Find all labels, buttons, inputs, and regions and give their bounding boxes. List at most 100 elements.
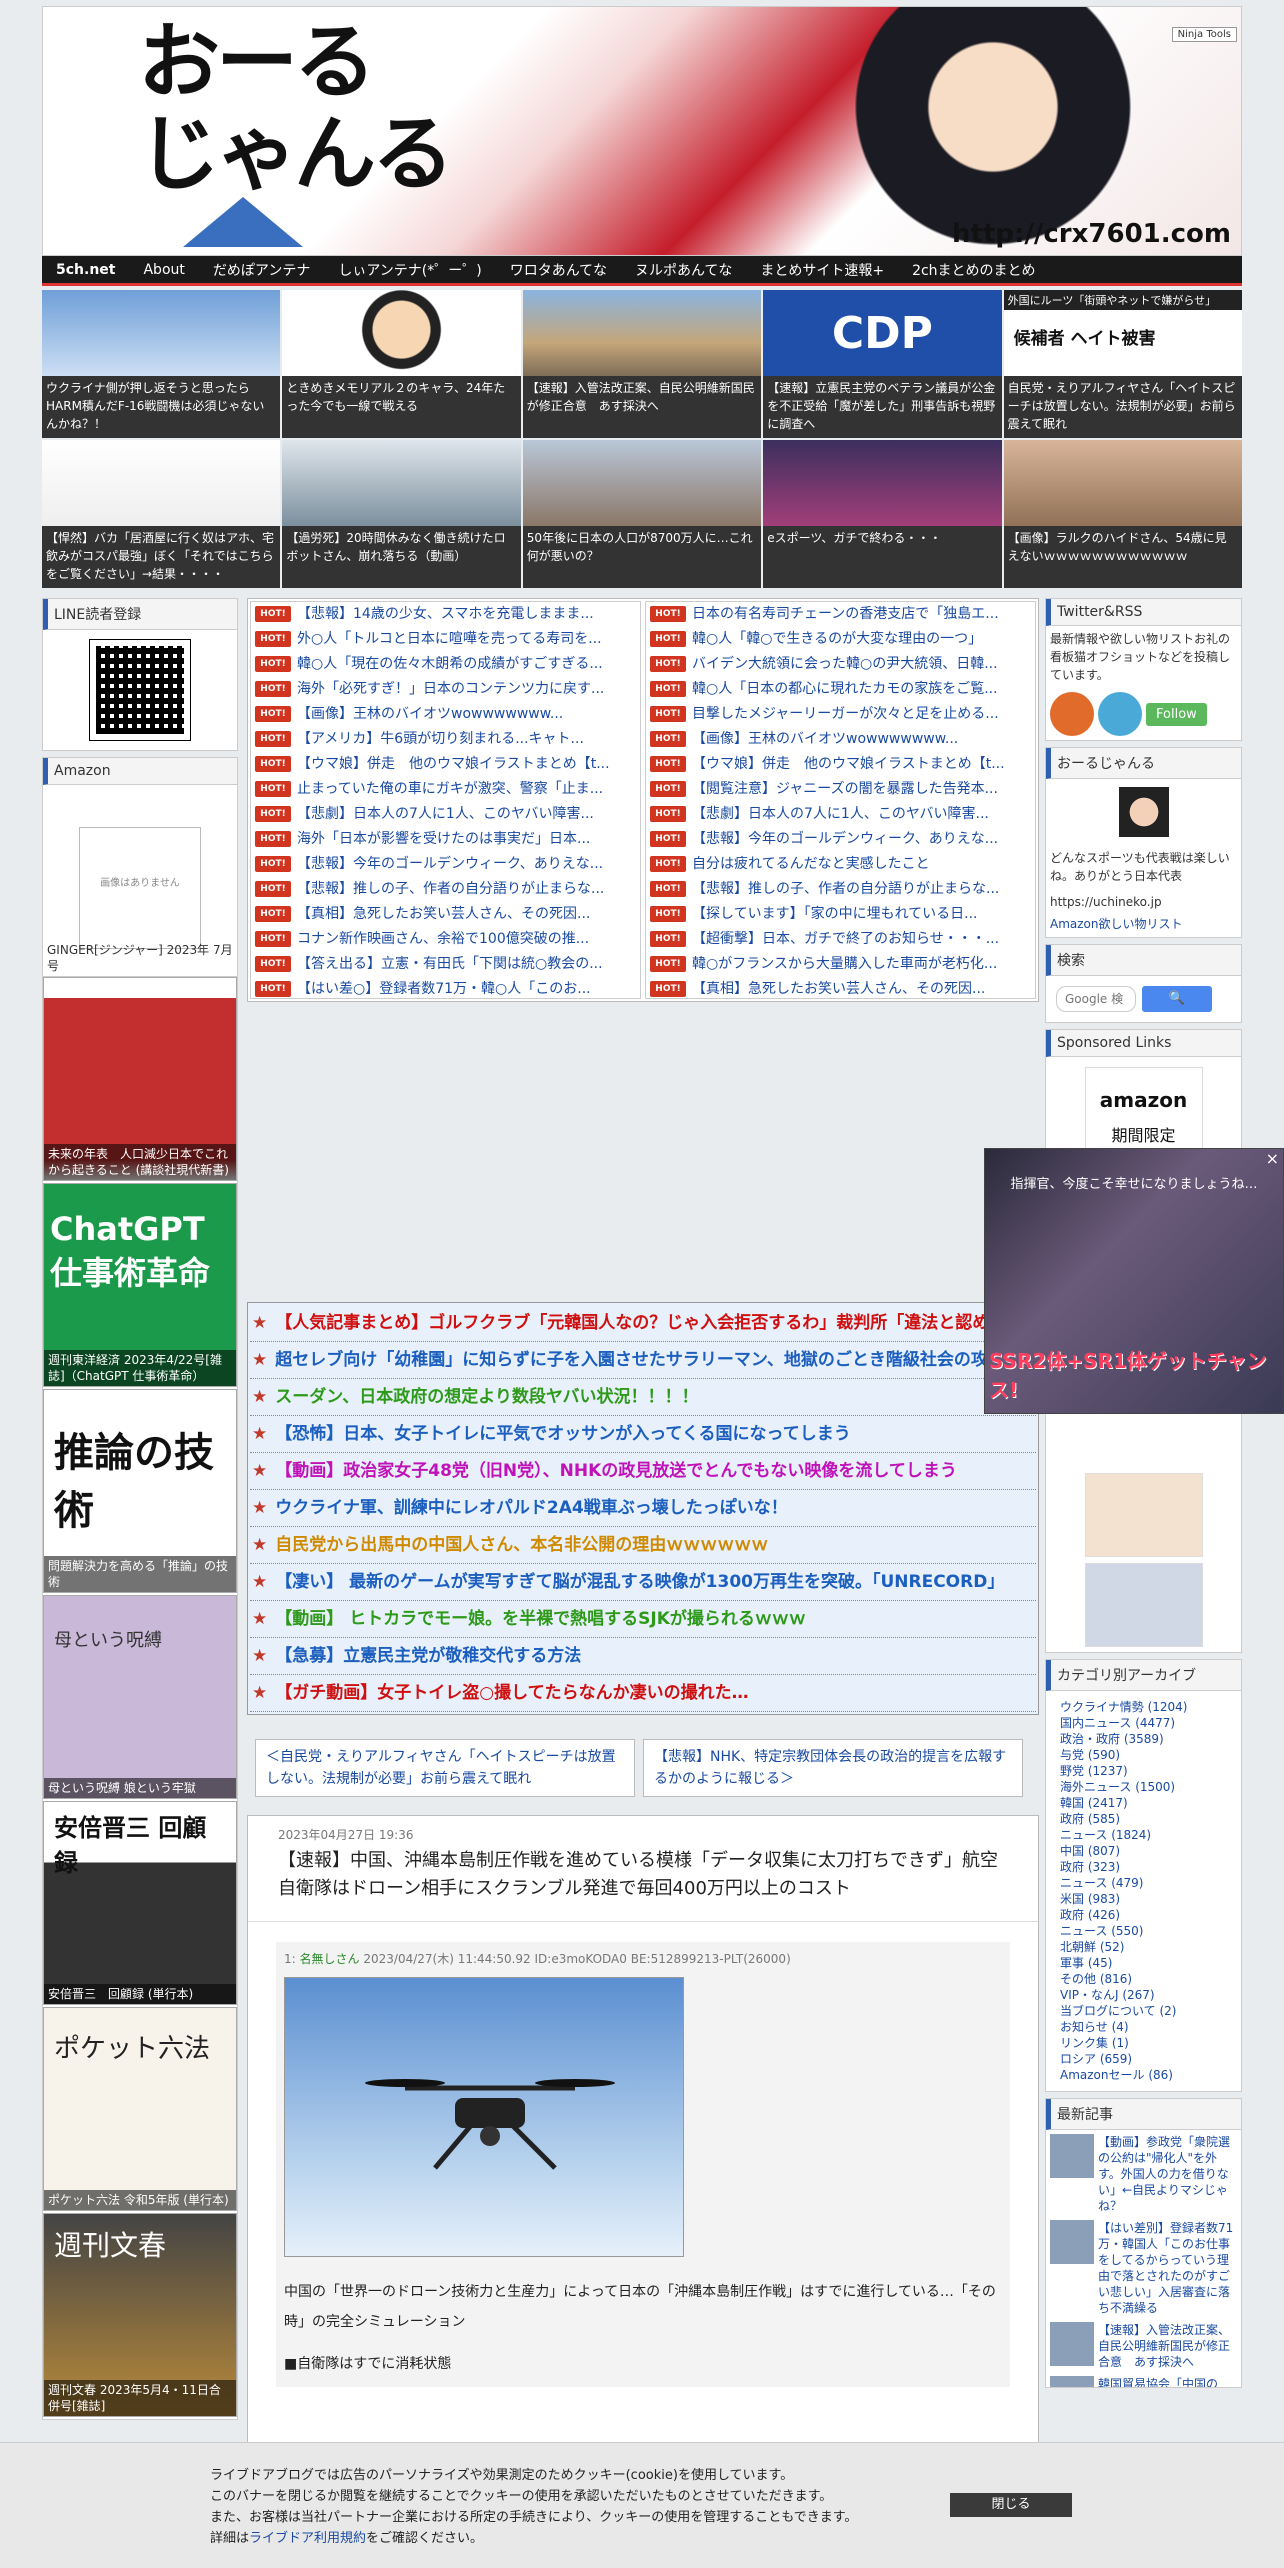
antenna-item[interactable]: HOT! バイデン大統領に会った韓○の尹大統領、日韓... xyxy=(646,652,1035,677)
pickup-item[interactable]: ★ 【凄い】 最新のゲームが実写すぎて脳が混乱する映像が1300万再生を突破。「U… xyxy=(250,1564,1036,1601)
terms-link[interactable]: ライブドア利用規約 xyxy=(249,2531,366,2546)
pickup-item[interactable]: ★ 【急募】立憲民主党が敬稚交代する方法 xyxy=(250,1638,1036,1675)
antenna-item[interactable]: HOT! 韓○がフランスから大量購入した車両が老朽化... xyxy=(646,952,1035,977)
antenna-item[interactable]: HOT! 【答え出る】立憲・有田氏「下関は統○教会の... xyxy=(251,952,640,977)
category-item[interactable]: 政府 (323) xyxy=(1060,1859,1227,1875)
book-item[interactable]: ChatGPT 仕事術革命 週刊東洋経済 2023年4/22号[雑誌]（ChatG… xyxy=(43,1183,237,1387)
antenna-item[interactable]: HOT! 【はい差○】登録者数71万・韓○人「このお... xyxy=(251,977,640,998)
nav-item[interactable]: 2chまとめのまとめ xyxy=(898,260,1049,280)
antenna-item[interactable]: HOT! 目撃したメジャーリーガーが次々と足を止める... xyxy=(646,702,1035,727)
rss-icon[interactable] xyxy=(1050,692,1094,736)
antenna-item[interactable]: HOT! 【悲報】今年のゴールデンウィーク、ありえな... xyxy=(646,827,1035,852)
pickup-item[interactable]: ★ 自民党から出馬中の中国人さん、本名非公開の理由ｗｗｗｗｗｗ xyxy=(250,1527,1036,1564)
livedoor-icon[interactable] xyxy=(1098,692,1142,736)
antenna-item[interactable]: HOT! 【真相】急死したお笑い芸人さん、その死因... xyxy=(646,977,1035,998)
profile-url[interactable]: https://uchineko.jp xyxy=(1046,889,1241,915)
antenna-item[interactable]: HOT! 海外「必死すぎ！」日本のコンテンツ力に戻す... xyxy=(251,677,640,702)
recent-item[interactable]: 韓国貿易協会「中国のTPP加盟申請に日本が反対する可能性 xyxy=(1050,2376,1237,2387)
category-item[interactable]: お知らせ (4) xyxy=(1060,2019,1227,2035)
amazon-ad[interactable]: amazon 期間限定 xyxy=(1084,1067,1203,1157)
antenna-item[interactable]: HOT! 韓○人「現在の佐々木朗希の成績がすごすぎる... xyxy=(251,652,640,677)
category-item[interactable]: ニュース (479) xyxy=(1060,1875,1227,1891)
amazon-item[interactable]: 画像はありません GINGER[ジンジャー] 2023年 7月号 xyxy=(43,785,237,977)
category-item[interactable]: ウクライナ情勢 (1204) xyxy=(1060,1699,1227,1715)
nav-item[interactable]: だめぽアンテナ xyxy=(199,260,324,280)
nav-item[interactable]: About xyxy=(129,262,198,278)
nav-item[interactable]: 5ch.net xyxy=(42,262,129,278)
antenna-item[interactable]: HOT! 【画像】王林のバイオツwowwwwwww... xyxy=(646,727,1035,752)
thumb-card[interactable]: ウクライナ側が押し返そうと思ったらHARM積んだF-16戦闘機は必須じゃないんか… xyxy=(42,290,281,438)
antenna-item[interactable]: HOT! 外○人「トルコと日本に喧嘩を売ってる寿司を... xyxy=(251,627,640,652)
category-item[interactable]: 政治・政府 (3589) xyxy=(1060,1731,1227,1747)
search-input[interactable] xyxy=(1056,986,1136,1012)
antenna-item[interactable]: HOT! 【悲報】14歳の少女、スマホを充電しままま... xyxy=(251,602,640,627)
pickup-item[interactable]: ★ ウクライナ軍、訓練中にレオパルド2A4戦車ぶっ壊したっぽいな！ xyxy=(250,1490,1036,1527)
pickup-item[interactable]: ★ 超セレブ向け「幼稚園」に知らずに子を入園させたサラリーマン、地獄のごとき階級社… xyxy=(250,1342,1036,1379)
nav-item[interactable]: まとめサイト速報+ xyxy=(746,260,898,280)
thumb-card[interactable]: eスポーツ、ガチで終わる・・・ xyxy=(763,440,1002,588)
category-item[interactable]: ニュース (550) xyxy=(1060,1923,1227,1939)
category-item[interactable]: 軍事 (45) xyxy=(1060,1955,1227,1971)
antenna-item[interactable]: HOT! 【閲覧注意】ジャニーズの闇を暴露した告発本... xyxy=(646,777,1035,802)
cookie-close-button[interactable]: 閉じる xyxy=(950,2493,1072,2517)
category-item[interactable]: リンク集 (1) xyxy=(1060,2035,1227,2051)
antenna-item[interactable]: HOT! 海外「日本が影響を受けたのは事実だ」日本... xyxy=(251,827,640,852)
book-item[interactable]: 母という呪縛 母という呪縛 娘という牢獄 xyxy=(43,1595,237,1799)
antenna-item[interactable]: HOT! 【悲報】推しの子、作者の自分語りが止まらな... xyxy=(646,877,1035,902)
antenna-item[interactable]: HOT! 【ウマ娘】併走 他のウマ娘イラストまとめ【t... xyxy=(646,752,1035,777)
antenna-item[interactable]: HOT! 【悲劇】日本人の7人に1人、このヤバい障害... xyxy=(251,802,640,827)
product-laptop[interactable] xyxy=(1084,1563,1203,1647)
thumb-card[interactable]: 【速報】入管法改正案、自民公明維新国民が修正合意 あす採決へ xyxy=(522,290,762,438)
close-icon[interactable]: × xyxy=(1266,1149,1279,1168)
pickup-item[interactable]: ★ スーダン、日本政府の想定より数段ヤバい状況！！！！ xyxy=(250,1379,1036,1416)
thumb-card[interactable]: 【悍然】バカ「居酒屋に行く奴はアホ、宅飲みがコスパ最強」ぼく「それではこちらをご… xyxy=(42,440,281,588)
site-header[interactable]: おーる じゃんる Ninja Tools http://crx7601.com xyxy=(42,6,1242,256)
category-item[interactable]: その他 (816) xyxy=(1060,1971,1227,1987)
follow-button[interactable]: Follow xyxy=(1146,702,1207,726)
category-item[interactable]: 野党 (1237) xyxy=(1060,1763,1227,1779)
nav-item[interactable]: ワロタあんてな xyxy=(496,260,621,280)
antenna-item[interactable]: HOT! 【真相】急死したお笑い芸人さん、その死因... xyxy=(251,902,640,927)
pickup-item[interactable]: ★ 【動画】政治家女子48党（旧N党）、NHKの政見放送でとんでもない映像を流して… xyxy=(250,1453,1036,1490)
book-item[interactable]: 推論の技術 問題解決力を高める「推論」の技術 xyxy=(43,1389,237,1593)
pickup-item[interactable]: ★ 【恐怖】日本、女子トイレに平気でオッサンが入ってくる国になってしまう xyxy=(250,1416,1036,1453)
category-item[interactable]: 国内ニュース (4477) xyxy=(1060,1715,1227,1731)
category-item[interactable]: ニュース (1824) xyxy=(1060,1827,1227,1843)
recent-item[interactable]: 【速報】入管法改正案、自民公明維新国民が修正合意 あす採決へ xyxy=(1050,2322,1237,2370)
article-title[interactable]: 【速報】中国、沖縄本島制圧作戦を進めている模様「データ収集に太刀打ちできず」航空… xyxy=(248,1843,1038,1922)
antenna-item[interactable]: HOT! 【探しています】「家の中に埋もれている日... xyxy=(646,902,1035,927)
antenna-item[interactable]: HOT! 【悲劇】日本人の7人に1人、このヤバい障害... xyxy=(646,802,1035,827)
pickup-item[interactable]: ★ 【ガチ動画】女子トイレ盗○撮してたらなんか凄いの撮れた… xyxy=(250,1675,1036,1712)
line-qr-code[interactable] xyxy=(89,639,191,741)
category-item[interactable]: 米国 (983) xyxy=(1060,1891,1227,1907)
category-item[interactable]: 海外ニュース (1500) xyxy=(1060,1779,1227,1795)
thumb-card[interactable]: CDP 【速報】立憲民主党のベテラン議員が公金を不正受給「魔が差した」刑事告訴も視… xyxy=(763,290,1002,438)
category-item[interactable]: 中国 (807) xyxy=(1060,1843,1227,1859)
next-article-link[interactable]: 【悲報】NHK、特定宗教団体会長の政治的提言を広報するかのように報じる＞ xyxy=(643,1739,1023,1797)
category-item[interactable]: 与党 (590) xyxy=(1060,1747,1227,1763)
thumb-card[interactable]: ときめきメモリアル２のキャラ、24年たった今でも一線で戦える xyxy=(282,290,521,438)
category-item[interactable]: 当ブログについて (2) xyxy=(1060,2003,1227,2019)
recent-item[interactable]: 【はい差別】登録者数71万・韓国人「このお仕事をしてるからっていう理由で落とされ… xyxy=(1050,2220,1237,2316)
antenna-item[interactable]: HOT! 【悲報】今年のゴールデンウィーク、ありえな... xyxy=(251,852,640,877)
nav-item[interactable]: ヌルポあんてな xyxy=(621,260,746,280)
category-item[interactable]: 政府 (426) xyxy=(1060,1907,1227,1923)
category-item[interactable]: VIP・なんJ (267) xyxy=(1060,1987,1227,2003)
antenna-item[interactable]: HOT! 日本の有名寿司チェーンの香港支店で「独島エ... xyxy=(646,602,1035,627)
pickup-item[interactable]: ★ 【動画】 ヒトカラでモー娘。を半裸で熱唱するSJKが撮られるｗｗｗ xyxy=(250,1601,1036,1638)
prev-article-link[interactable]: ＜自民党・えりアルフィヤさん「ヘイトスピーチは放置しない。法規制が必要」お前ら震… xyxy=(255,1739,635,1797)
search-button[interactable]: 🔍 xyxy=(1142,986,1212,1012)
antenna-item[interactable]: HOT! コナン新作映画さん、余裕で100億突破の推... xyxy=(251,927,640,952)
antenna-item[interactable]: HOT! 【アメリカ】牛6頭が切り刻まれる...キャト... xyxy=(251,727,640,752)
antenna-item[interactable]: HOT! 韓○人「韓○で生きるのが大変な理由の一つ」 xyxy=(646,627,1035,652)
drone-image[interactable] xyxy=(284,1977,684,2257)
amazon-wishlist-link[interactable]: Amazon欲しい物リスト xyxy=(1046,915,1241,937)
book-item[interactable]: ポケット六法 ポケット六法 令和5年版 (単行本) xyxy=(43,2007,237,2211)
floating-game-ad[interactable]: × 指揮官、今度こそ幸せになりましょうね… SSR2体+SR1体ゲットチャンス! xyxy=(984,1148,1284,1414)
antenna-item[interactable]: HOT! 止まっていた俺の車にガキが激突、警察「止ま... xyxy=(251,777,640,802)
thumb-card[interactable]: 【過労死】20時間休みなく働き続けたロボットさん、崩れ落ちる（動画） xyxy=(282,440,521,588)
ninja-tools-badge[interactable]: Ninja Tools xyxy=(1171,27,1237,42)
pickup-item[interactable]: ★ 【人気記事まとめ】ゴルフクラブ「元韓国人なの？じゃ入会拒否するわ」裁判所「違法… xyxy=(250,1305,1036,1342)
antenna-item[interactable]: HOT! 【画像】王林のバイオツwowwwwwww... xyxy=(251,702,640,727)
category-item[interactable]: Amazonセール (86) xyxy=(1060,2067,1227,2083)
